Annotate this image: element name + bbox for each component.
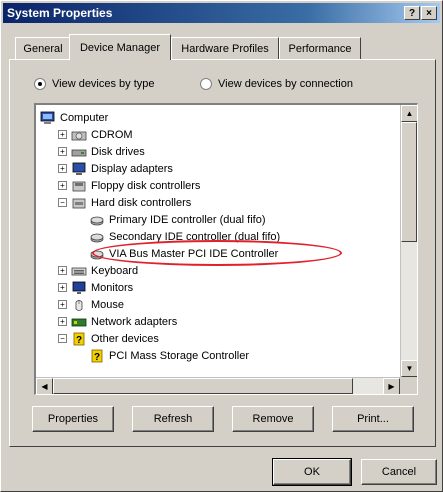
view-by-connection-option[interactable]: View devices by connection [200,78,353,90]
scroll-up-button[interactable]: ▲ [401,105,417,122]
tree-item[interactable]: − Hard disk controllers [58,194,191,211]
device-tree-box[interactable]: Computer + CDROM + Disk drives + Display adapt… [34,103,418,395]
tree-item-label: Display adapters [91,162,173,175]
expand-icon[interactable]: + [58,130,67,139]
tree-item[interactable]: ? PCI Mass Storage Controller [76,347,249,364]
floppy-controller-icon [72,181,86,191]
tab-performance[interactable]: Performance [279,37,361,59]
tree-item[interactable]: + Network adapters [58,313,177,330]
cdrom-icon [71,131,87,140]
network-adapter-icon [71,318,87,326]
tab-general[interactable]: General [15,37,71,59]
unknown-device-icon: ? [73,332,85,346]
view-by-type-option[interactable]: View devices by type [34,78,155,90]
ide-controller-icon [90,216,104,225]
tree-item[interactable]: −? Other devices [58,330,159,347]
expand-icon[interactable]: + [58,283,67,292]
disk-drive-icon [71,149,87,156]
properties-button[interactable]: Properties [32,406,114,432]
tab-hardware-profiles[interactable]: Hardware Profiles [171,37,279,59]
unknown-device-icon: ? [91,349,103,363]
tab-label: Device Manager [79,41,161,54]
mouse-icon [75,299,83,311]
tree-item-label: Computer [60,111,109,124]
scroll-right-button[interactable]: ▶ [383,378,400,394]
radio-selected[interactable] [34,78,46,90]
print-button[interactable]: Print... [332,406,414,432]
tree-item[interactable]: + Keyboard [58,262,138,279]
view-by-type-label: View devices by type [52,78,155,90]
tree-item-label: Secondary IDE controller (dual fifo) [109,230,281,243]
tree-item[interactable]: Computer [40,109,108,126]
ide-controller-icon [90,250,104,259]
tree-item[interactable]: + CDROM [58,126,133,143]
help-button[interactable]: ? [404,6,420,20]
tree-item[interactable]: VIA Bus Master PCI IDE Controller [76,245,278,262]
tree-item-label: Monitors [91,281,134,294]
tree-item-label: PCI Mass Storage Controller [109,349,249,362]
tree-item[interactable]: + Disk drives [58,143,145,160]
close-button[interactable]: × [421,6,437,20]
expand-icon[interactable]: + [58,266,67,275]
tab-label: General [23,42,63,55]
svg-text:?: ? [76,335,82,346]
scroll-corner [400,377,417,394]
vertical-scroll-thumb[interactable] [401,122,417,242]
tree-item-label: Disk drives [91,145,145,158]
ok-button[interactable]: OK [272,458,352,486]
hard-disk-controller-icon [72,198,86,208]
tab-label: Performance [288,42,352,55]
tree-item[interactable]: Primary IDE controller (dual fifo) [76,211,266,228]
tab-label: Hardware Profiles [181,42,269,55]
tree-item[interactable]: + Monitors [58,279,133,296]
expand-icon[interactable]: + [58,147,67,156]
system-properties-window: System Properties ? × General Device Man… [0,0,443,492]
svg-text:?: ? [94,352,100,363]
horizontal-scroll-thumb[interactable] [53,378,353,394]
tree-item-label: CDROM [91,128,133,141]
tree-item[interactable]: + Mouse [58,296,124,313]
tree-item-label: Hard disk controllers [91,196,192,209]
tree-item-label: Keyboard [91,264,139,277]
expand-icon[interactable]: + [58,300,67,309]
collapse-icon[interactable]: − [58,198,67,207]
tree-item[interactable]: Secondary IDE controller (dual fifo) [76,228,280,245]
scroll-down-button[interactable]: ▼ [401,360,417,377]
tree-item-label: Primary IDE controller (dual fifo) [109,213,266,226]
remove-button[interactable]: Remove [232,406,314,432]
ide-controller-icon [90,233,104,242]
tree-item-label: VIA Bus Master PCI IDE Controller [109,247,279,260]
tree-item-label: Other devices [91,332,159,345]
keyboard-icon [71,267,87,275]
radio-unselected[interactable] [200,78,212,90]
window-title: System Properties [7,6,113,20]
device-manager-panel: View devices by type View devices by con… [9,59,436,447]
tab-device-manager[interactable]: Device Manager [69,34,171,60]
horizontal-scrollbar[interactable]: ◀ ▶ [36,377,400,394]
expand-icon[interactable]: + [58,164,67,173]
scroll-left-button[interactable]: ◀ [36,378,53,394]
tree-item-label: Network adapters [91,315,178,328]
collapse-icon[interactable]: − [58,334,67,343]
expand-icon[interactable]: + [58,181,67,190]
expand-icon[interactable]: + [58,317,67,326]
display-adapter-icon [72,162,86,175]
tree-item-label: Mouse [91,298,125,311]
tree-item-label: Floppy disk controllers [91,179,201,192]
refresh-button[interactable]: Refresh [132,406,214,432]
monitor-icon [72,281,86,294]
cancel-button[interactable]: Cancel [361,459,437,485]
title-bar[interactable]: System Properties ? × [3,3,440,23]
computer-icon [40,111,55,124]
vertical-scrollbar[interactable]: ▲ ▼ [400,105,417,377]
view-by-connection-label: View devices by connection [218,78,353,90]
device-tree[interactable]: Computer + CDROM + Disk drives + Display adapt… [36,105,400,377]
tree-item[interactable]: + Display adapters [58,160,173,177]
tree-item[interactable]: + Floppy disk controllers [58,177,200,194]
